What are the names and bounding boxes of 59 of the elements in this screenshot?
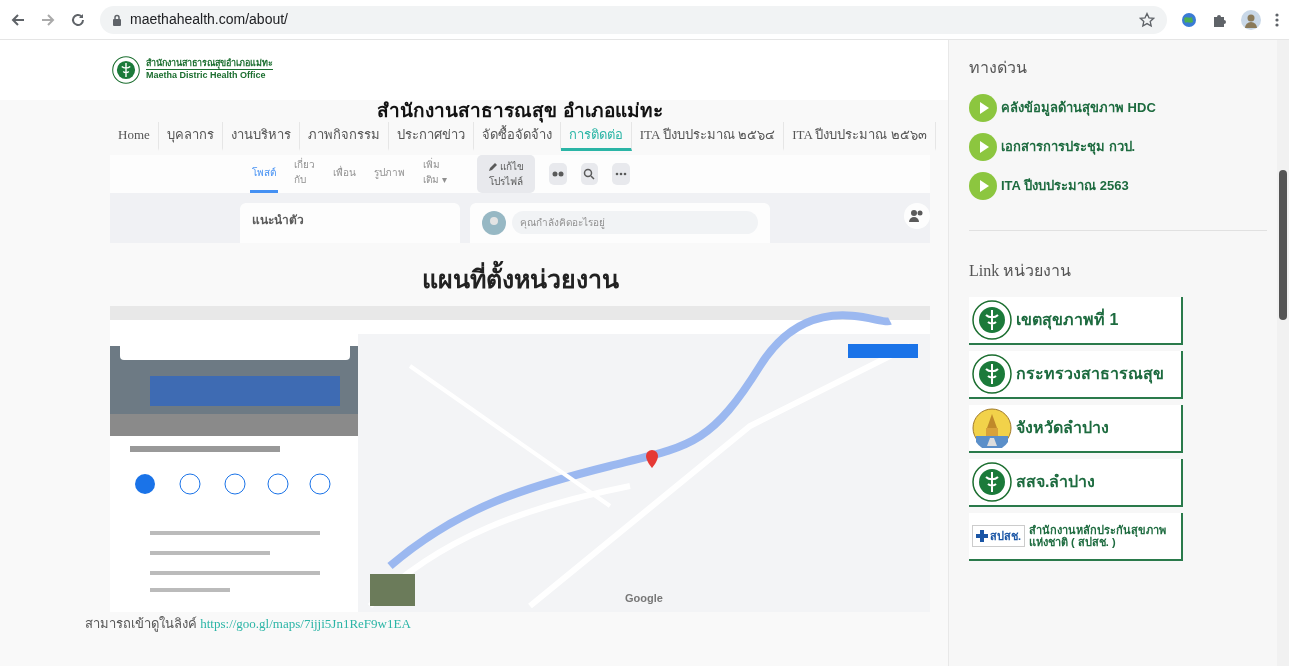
reload-icon[interactable] [70, 11, 86, 28]
nav-link[interactable]: ITA ปีงบประมาณ ๒๕๖๔ [631, 122, 785, 151]
ministry-emblem-icon [972, 300, 1012, 340]
menu-icon[interactable] [1275, 11, 1279, 28]
nhso-logo-text: สปสช. [990, 528, 1022, 544]
quick-links-title: ทางด่วน [969, 58, 1028, 78]
facebook-tab[interactable]: รูปภาพ [372, 154, 407, 193]
site-title: สำนักงานสาธารณสุข อำเภอแม่ทะ [376, 100, 664, 122]
pencil-icon [487, 161, 498, 172]
binoculars-icon [551, 169, 564, 178]
province-seal-icon [972, 408, 1012, 448]
nav-link[interactable]: ภาพกิจกรรม [299, 122, 389, 151]
map-screenshot-drawing: Google [110, 306, 930, 612]
agency-link[interactable]: สสจ.ลำปาง [969, 459, 1183, 507]
agency-link[interactable]: จังหวัดลำปาง [969, 405, 1183, 453]
nav-link[interactable]: จัดซื้อจัดจ้าง [473, 122, 561, 151]
agency-links-title: Link หน่วยงาน [969, 261, 1073, 281]
star-icon[interactable] [1139, 11, 1155, 28]
quick-link[interactable]: ITA ปีงบประมาณ 2563 [969, 172, 1267, 200]
health-office-emblem-icon [112, 56, 140, 84]
map-section-heading: แผนที่ตั้งหน่วยงาน [110, 260, 930, 298]
scrollbar-thumb[interactable] [1279, 170, 1287, 320]
friends-toggle-button[interactable] [548, 162, 567, 185]
address-bar[interactable]: maethahealth.com/about/ [100, 5, 1167, 34]
facebook-tab[interactable]: เพื่อน [331, 154, 358, 193]
logo-thai-text: สำนักงานสาธารณสุขอำเภอแม่ทะ [146, 59, 273, 70]
facebook-tab[interactable]: โพสต์ [250, 154, 278, 193]
back-icon[interactable] [10, 11, 26, 28]
play-icon [969, 94, 997, 122]
play-icon [969, 133, 997, 161]
play-icon [969, 172, 997, 200]
ellipsis-icon [615, 171, 628, 176]
agency-link[interactable]: กระทรวงสาธารณสุข [969, 351, 1183, 399]
nav-link[interactable]: Home [110, 122, 159, 151]
cross-icon [976, 530, 988, 542]
people-icon [904, 202, 930, 229]
post-input-field[interactable]: คุณกำลังคิดอะไรอยู่ [512, 211, 758, 234]
edit-profile-button[interactable]: แก้ไขโปรไฟล์ [477, 154, 535, 193]
nav-link[interactable]: บุคลากร [158, 122, 223, 151]
quick-link[interactable]: เอกสารการประชุม กวป. [969, 133, 1267, 161]
nav-link[interactable]: ประกาศข่าว [388, 122, 474, 151]
globe-extension-icon[interactable] [1181, 11, 1197, 28]
more-button[interactable] [612, 162, 630, 185]
nav-link[interactable]: งานบริหาร [222, 122, 300, 151]
lock-icon [112, 13, 122, 26]
intro-heading: แนะนำตัว [240, 202, 460, 243]
url-text: maethahealth.com/about/ [130, 10, 288, 29]
logo-english-text: Maetha Distric Health Office [146, 69, 273, 81]
map-link-sentence: สามารถเข้าดูในลิงค์ https://goo.gl/maps/7ijji5Jn1ReF9w1EA [85, 616, 411, 631]
scrollbar[interactable] [1277, 40, 1289, 666]
quick-link[interactable]: คลังข้อมูลด้านสุขภาพ HDC [969, 94, 1267, 122]
avatar-icon [482, 210, 506, 235]
search-button[interactable] [580, 162, 599, 185]
ministry-emblem-icon [972, 354, 1012, 394]
search-icon [583, 167, 596, 180]
agency-link[interactable]: เขตสุขภาพที่ 1 [969, 297, 1183, 345]
nav-link[interactable]: ITA ปีงบประมาณ ๒๕๖๓ [784, 122, 936, 151]
avatar-icon[interactable] [1241, 9, 1261, 30]
ministry-emblem-icon [972, 462, 1012, 502]
